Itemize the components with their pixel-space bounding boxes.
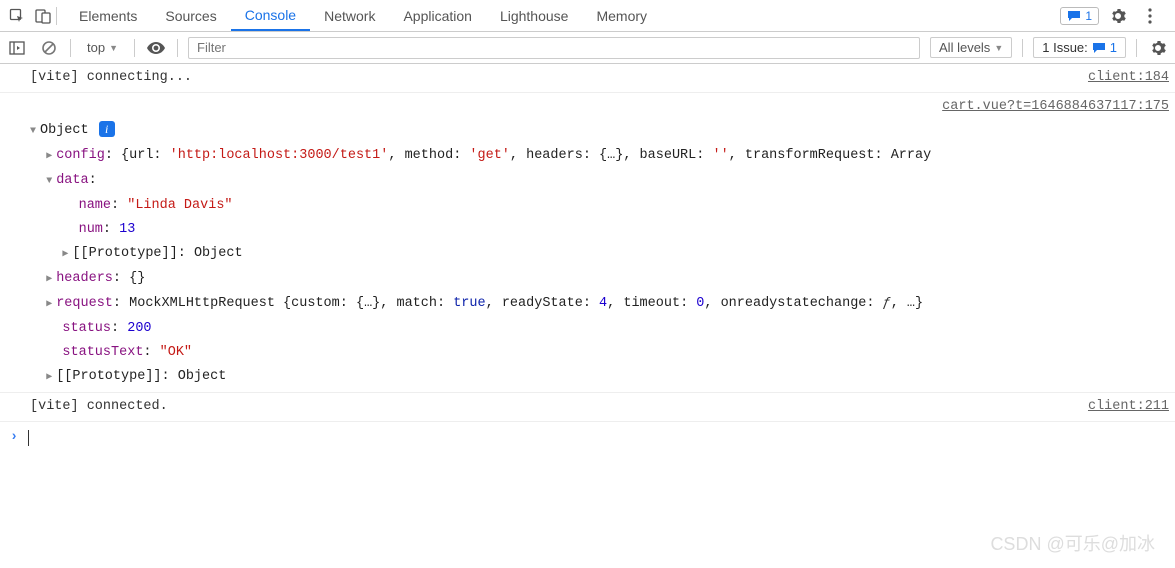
tab-console[interactable]: Console: [231, 0, 310, 31]
divider: [177, 39, 178, 57]
clear-console-icon[interactable]: [38, 37, 60, 59]
settings-icon[interactable]: [1105, 3, 1131, 29]
divider: [134, 39, 135, 57]
device-toggle-icon[interactable]: [30, 3, 56, 29]
tab-sources[interactable]: Sources: [151, 0, 230, 31]
prop-key: statusText: [62, 345, 143, 360]
log-entry: [vite] connected. client:211: [0, 393, 1175, 422]
devtools-tab-bar: Elements Sources Console Network Applica…: [0, 0, 1175, 32]
log-source-link[interactable]: cart.vue?t=1646884637117:175: [942, 95, 1169, 119]
issues-count: 1: [1110, 40, 1117, 55]
prompt-caret-icon: ›: [10, 426, 18, 450]
expand-arrow[interactable]: ▼: [46, 170, 56, 194]
context-selector[interactable]: top ▼: [81, 38, 124, 57]
prop-key[interactable]: config: [56, 148, 105, 163]
prop-key[interactable]: request: [56, 296, 113, 311]
expand-arrow[interactable]: ▼: [30, 120, 40, 144]
issues-label: 1 Issue:: [1042, 40, 1088, 55]
watermark: CSDN @可乐@加冰: [990, 530, 1155, 556]
expand-arrow[interactable]: ▶: [46, 145, 56, 169]
expand-arrow[interactable]: ▶: [46, 293, 56, 317]
log-level-selector[interactable]: All levels ▼: [930, 37, 1012, 58]
messages-count: 1: [1085, 9, 1092, 23]
context-label: top: [87, 40, 105, 55]
divider: [1022, 39, 1023, 57]
log-message: [vite] connecting...: [30, 66, 1088, 90]
expand-arrow[interactable]: ▶: [46, 268, 56, 292]
prop-key: num: [79, 222, 103, 237]
issues-button[interactable]: 1 Issue: 1: [1033, 37, 1126, 58]
toolbar-right: 1: [1060, 3, 1171, 29]
expand-arrow[interactable]: ▶: [46, 366, 56, 390]
log-blank: [30, 95, 942, 119]
log-entry: [vite] connecting... client:184: [0, 64, 1175, 93]
prop-key[interactable]: data: [56, 173, 88, 188]
log-source-link[interactable]: client:211: [1088, 395, 1169, 419]
expand-arrow[interactable]: ▶: [62, 243, 72, 267]
log-source-link[interactable]: client:184: [1088, 66, 1169, 90]
tab-lighthouse[interactable]: Lighthouse: [486, 0, 583, 31]
messages-badge[interactable]: 1: [1060, 7, 1099, 25]
info-icon[interactable]: i: [99, 121, 115, 137]
chat-icon: [1092, 42, 1106, 54]
prop-key[interactable]: headers: [56, 271, 113, 286]
chat-icon: [1067, 10, 1081, 22]
more-icon[interactable]: [1137, 3, 1163, 29]
prop-value: 200: [127, 321, 151, 336]
console-toolbar: top ▼ All levels ▼ 1 Issue: 1: [0, 32, 1175, 64]
prop-key: [[Prototype]]: [56, 369, 161, 384]
object-title[interactable]: Object: [40, 123, 89, 138]
tab-elements[interactable]: Elements: [65, 0, 151, 31]
prop-key: [[Prototype]]: [72, 246, 177, 261]
prop-key: status: [62, 321, 111, 336]
prop-value: "OK": [160, 345, 192, 360]
divider: [70, 39, 71, 57]
tab-application[interactable]: Application: [389, 0, 486, 31]
console-sidebar-toggle-icon[interactable]: [6, 37, 28, 59]
inspect-icon[interactable]: [4, 3, 30, 29]
log-message: [vite] connected.: [30, 395, 1088, 419]
log-entry-object: cart.vue?t=1646884637117:175 ▼Object i ▶…: [0, 93, 1175, 393]
divider: [1136, 39, 1137, 57]
panel-tabs: Elements Sources Console Network Applica…: [65, 0, 1060, 31]
filter-input[interactable]: [188, 37, 920, 59]
text-cursor: [28, 430, 29, 446]
object-tree: ▼Object i ▶config: {url: 'http:localhost…: [30, 119, 1169, 390]
console-prompt[interactable]: ›: [0, 422, 1175, 454]
chevron-down-icon: ▼: [109, 43, 118, 53]
chevron-down-icon: ▼: [994, 43, 1003, 53]
console-settings-icon[interactable]: [1147, 37, 1169, 59]
prop-key: name: [79, 198, 111, 213]
tab-network[interactable]: Network: [310, 0, 389, 31]
prop-value: "Linda Davis": [127, 198, 232, 213]
prop-value: 'http:localhost:3000/test1': [170, 148, 389, 163]
tab-memory[interactable]: Memory: [582, 0, 661, 31]
log-level-label: All levels: [939, 40, 990, 55]
live-expression-icon[interactable]: [145, 37, 167, 59]
divider: [56, 7, 57, 25]
prop-value: 13: [119, 222, 135, 237]
console-output: [vite] connecting... client:184 cart.vue…: [0, 64, 1175, 454]
